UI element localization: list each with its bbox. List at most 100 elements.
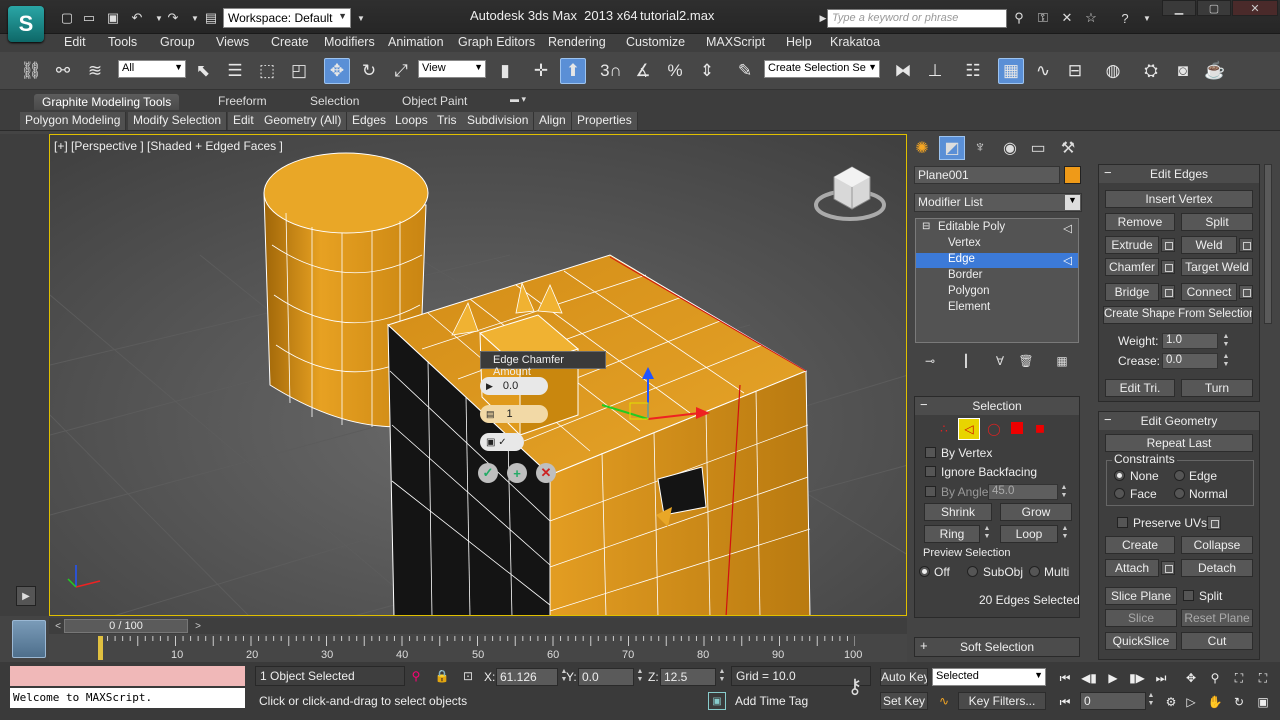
extrude-settings-icon[interactable] xyxy=(1161,238,1175,252)
edit-tri-button[interactable]: Edit Tri. xyxy=(1105,379,1175,397)
reset-plane-button[interactable]: Reset Plane xyxy=(1181,609,1253,627)
subscription-key-icon[interactable]: ⚿ xyxy=(1034,9,1052,27)
menu-modifiers[interactable]: Modifiers xyxy=(324,35,375,49)
graphite-toggle-icon[interactable]: ▦ xyxy=(998,58,1024,84)
key-mode-dropdown[interactable]: Selected ▼ xyxy=(932,668,1046,686)
mirror-icon[interactable]: ⧓ xyxy=(890,58,916,84)
project-folder-icon[interactable]: ▤ xyxy=(202,9,220,27)
layer-manager-icon[interactable]: ☷ xyxy=(960,58,986,84)
quick-access-menu-icon[interactable]: ▼ xyxy=(352,9,370,27)
favorites-star-icon[interactable]: ☆ xyxy=(1082,9,1100,27)
menu-group[interactable]: Group xyxy=(160,35,195,49)
field-of-view-icon[interactable]: ▷ xyxy=(1180,692,1202,712)
preview-off-radio[interactable] xyxy=(919,566,930,577)
render-production-icon[interactable]: ☕ xyxy=(1202,58,1228,84)
redo-icon[interactable]: ↷ xyxy=(164,9,182,27)
selection-rollout-header[interactable]: − Selection xyxy=(915,397,1079,415)
viewport-label[interactable]: [+] [Perspective ] [Shaded + Edged Faces… xyxy=(54,139,283,153)
modifier-list-dropdown[interactable]: Modifier List ▼ xyxy=(914,193,1082,212)
preserve-uvs-settings-icon[interactable] xyxy=(1207,516,1221,530)
panel-properties[interactable]: Properties xyxy=(572,112,638,130)
zoom-all-icon[interactable]: ⚲ xyxy=(1204,668,1226,688)
time-configuration-icon[interactable]: ⚙ xyxy=(1160,692,1182,712)
time-slider-thumb[interactable]: 0 / 100 xyxy=(64,619,188,633)
rendered-frame-window-icon[interactable]: ◙ xyxy=(1170,58,1196,84)
bridge-settings-icon[interactable] xyxy=(1161,285,1175,299)
keyboard-shortcut-override-icon[interactable]: ⬆ xyxy=(560,58,586,84)
attach-button[interactable]: Attach xyxy=(1105,559,1159,577)
preview-multi-radio[interactable] xyxy=(1029,566,1040,577)
stack-item-polygon[interactable]: Polygon xyxy=(916,285,1078,300)
weight-spinner[interactable]: 1.0 xyxy=(1162,333,1218,349)
connect-button[interactable]: Connect xyxy=(1181,283,1237,301)
menu-views[interactable]: Views xyxy=(216,35,249,49)
stack-item-border[interactable]: Border xyxy=(916,269,1078,284)
previous-frame-icon[interactable]: ◀▮ xyxy=(1078,668,1100,688)
create-tab-icon[interactable]: ✺ xyxy=(909,136,935,160)
y-coordinate-field[interactable]: 0.0 xyxy=(578,668,634,686)
default-in-out-tangents-icon[interactable]: ∿ xyxy=(934,692,954,710)
split-button[interactable]: Split xyxy=(1181,213,1253,231)
current-frame-marker[interactable] xyxy=(98,636,103,660)
new-file-icon[interactable]: ▢ xyxy=(58,9,76,27)
stack-item-editable-poly[interactable]: ⊟ Editable Poly ◁ xyxy=(916,221,1078,236)
time-tag-icon[interactable]: ▣ xyxy=(708,692,726,710)
constraint-none-radio[interactable] xyxy=(1114,470,1125,481)
loop-spinner-icon[interactable]: ▲ ▼ xyxy=(1060,525,1070,541)
tab-object-paint[interactable]: Object Paint xyxy=(402,94,467,110)
bind-space-warp-icon[interactable]: ≋ xyxy=(82,58,108,84)
spinner-arrows-icon[interactable]: ▲ ▼ xyxy=(1146,692,1156,708)
zoom-icon[interactable]: ✥ xyxy=(1180,668,1202,688)
chamfer-segments-field[interactable]: ▤ 1 xyxy=(480,405,548,423)
stack-item-edge[interactable]: Edge ◁ xyxy=(916,253,1078,268)
selection-filter-dropdown[interactable]: All ▼ xyxy=(118,60,186,78)
unlink-icon[interactable]: ⚯ xyxy=(50,58,76,84)
search-binoculars-icon[interactable]: ⚲ xyxy=(1010,9,1028,27)
panel-tris[interactable]: Tris xyxy=(432,112,463,130)
maximize-viewport-icon[interactable]: ▣ xyxy=(1252,692,1274,712)
material-editor-icon[interactable]: ◍ xyxy=(1100,58,1126,84)
reference-coordinate-dropdown[interactable]: View ▼ xyxy=(418,60,486,78)
snaps-toggle-icon[interactable]: 3 ∩ xyxy=(598,58,624,84)
remove-button[interactable]: Remove xyxy=(1105,213,1175,231)
panel-polygon-modeling[interactable]: Polygon Modeling xyxy=(20,112,127,130)
caddy-ok-icon[interactable]: ✓ xyxy=(478,463,498,483)
split-checkbox[interactable] xyxy=(1183,590,1194,601)
angle-spinner[interactable]: 45.0 xyxy=(988,484,1058,500)
zoom-extents-all-icon[interactable]: ⛶ xyxy=(1252,668,1274,688)
rectangular-selection-icon[interactable]: ⬚ xyxy=(254,58,280,84)
caddy-apply-icon[interactable]: + xyxy=(507,463,527,483)
percent-snap-icon[interactable]: % xyxy=(662,58,688,84)
vertex-mode-icon[interactable]: ∴ xyxy=(934,420,954,438)
set-key-button[interactable]: Set Key xyxy=(880,692,928,710)
chamfer-settings-icon[interactable] xyxy=(1161,260,1175,274)
go-to-start-icon[interactable]: ⏮ xyxy=(1054,668,1076,688)
menu-edit[interactable]: Edit xyxy=(64,35,86,49)
detach-button[interactable]: Detach xyxy=(1181,559,1253,577)
pan-view-icon[interactable]: ✋ xyxy=(1204,692,1226,712)
ring-spinner-icon[interactable]: ▲ ▼ xyxy=(982,525,992,541)
open-mini-curve-editor-icon[interactable]: ▶ xyxy=(16,586,36,606)
element-mode-icon[interactable]: ◼ xyxy=(1032,420,1048,436)
crease-spinner[interactable]: 0.0 xyxy=(1162,353,1218,369)
menu-rendering[interactable]: Rendering xyxy=(548,35,606,49)
tab-selection[interactable]: Selection xyxy=(310,94,359,110)
schematic-view-icon[interactable]: ⊟ xyxy=(1062,58,1088,84)
help-icon[interactable]: ? xyxy=(1116,9,1134,27)
spinner-arrows-icon[interactable]: ▲ ▼ xyxy=(717,668,727,684)
stack-item-vertex[interactable]: Vertex xyxy=(916,237,1078,252)
chamfer-amount-field[interactable]: ▶ 0.0 xyxy=(480,377,548,395)
display-tab-icon[interactable]: ▭ xyxy=(1025,136,1051,160)
select-and-link-icon[interactable]: ⛓ xyxy=(18,58,44,84)
object-color-swatch[interactable] xyxy=(1064,166,1081,184)
set-key-icon[interactable]: ⚷ xyxy=(840,674,870,698)
modify-tab-icon[interactable]: ◩ xyxy=(939,136,965,160)
search-input[interactable]: Type a keyword or phrase xyxy=(827,9,1007,28)
panel-modify-selection[interactable]: Modify Selection xyxy=(128,112,228,130)
collapse-button[interactable]: Collapse xyxy=(1181,536,1253,554)
create-shape-button[interactable]: Create Shape From Selection xyxy=(1103,306,1253,324)
render-setup-icon[interactable]: ⛭ xyxy=(1138,58,1164,84)
perspective-viewport[interactable]: [+] [Perspective ] [Shaded + Edged Faces… xyxy=(49,134,907,616)
maxscript-mini-listener[interactable] xyxy=(10,666,245,686)
soft-selection-rollout[interactable]: + Soft Selection xyxy=(914,637,1080,657)
